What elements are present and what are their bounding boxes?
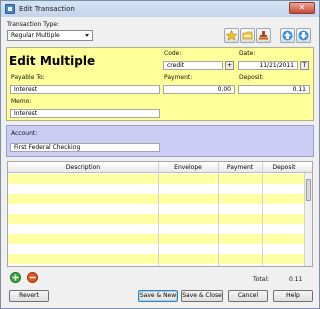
date-field[interactable]: 11/21/2011	[238, 61, 298, 70]
grid-header: Description Envelope Payment Deposit	[8, 162, 312, 173]
deposit-label: Deposit:	[239, 74, 264, 81]
deposit-field[interactable]: 0.11	[238, 85, 310, 94]
title-bar: Edit Transaction ✕	[1, 1, 319, 17]
window-title: Edit Transaction	[19, 5, 75, 13]
scrollbar-thumb[interactable]	[306, 179, 311, 201]
plus-icon	[12, 274, 19, 281]
payable-to-field[interactable]: Interest	[10, 85, 160, 94]
grid-scrollbar[interactable]	[304, 173, 312, 266]
transaction-type-dropdown[interactable]: Regular Multiple	[7, 30, 93, 41]
column-deposit[interactable]: Deposit	[262, 164, 306, 171]
save-and-new-button[interactable]: Save & New	[138, 290, 178, 302]
account-field[interactable]: First Federal Checking	[10, 143, 160, 152]
code-field[interactable]: credit	[163, 61, 223, 70]
column-divider	[218, 162, 219, 266]
total-value: 0.11	[289, 276, 303, 283]
total-label: Total:	[253, 276, 270, 283]
date-label: Date:	[239, 50, 256, 57]
payment-field[interactable]: 0.00	[163, 85, 235, 94]
move-up-button[interactable]	[280, 28, 295, 43]
folder-button[interactable]	[240, 28, 255, 43]
revert-button[interactable]: Revert	[9, 290, 49, 302]
arrow-up-icon	[282, 30, 293, 41]
app-icon	[5, 4, 15, 14]
memo-field[interactable]: Interest	[10, 109, 160, 118]
edit-transaction-window: Edit Transaction ✕ Transaction Type: Reg…	[0, 0, 320, 309]
date-today-button[interactable]: T	[300, 61, 309, 70]
move-down-button[interactable]	[296, 28, 311, 43]
account-label: Account:	[11, 130, 38, 137]
column-divider	[158, 162, 159, 266]
cancel-button[interactable]: Cancel	[228, 290, 268, 302]
chevron-down-icon	[85, 34, 89, 37]
memo-label: Memo:	[11, 98, 32, 105]
form-heading: Edit Multiple	[9, 54, 96, 68]
folder-icon	[242, 31, 253, 40]
column-payment[interactable]: Payment	[218, 164, 262, 171]
stamp-button[interactable]	[256, 28, 271, 43]
stamp-icon	[259, 31, 268, 40]
add-split-button[interactable]	[10, 272, 21, 283]
code-label: Code:	[164, 50, 182, 57]
payment-label: Payment:	[164, 74, 193, 81]
help-button[interactable]: Help	[273, 290, 313, 302]
payable-to-label: Payable To:	[11, 74, 45, 81]
account-panel	[6, 125, 314, 157]
star-icon	[226, 30, 237, 41]
code-add-button[interactable]: +	[225, 61, 234, 70]
transaction-type-value: Regular Multiple	[11, 32, 60, 39]
close-button[interactable]: ✕	[289, 2, 315, 14]
column-description[interactable]: Description	[8, 164, 158, 171]
transaction-type-label: Transaction Type:	[7, 21, 60, 28]
star-button[interactable]	[224, 28, 239, 43]
column-envelope[interactable]: Envelope	[158, 164, 218, 171]
column-divider	[262, 162, 263, 266]
split-grid: Description Envelope Payment Deposit	[7, 161, 313, 267]
minus-icon	[29, 276, 36, 279]
arrow-down-icon	[298, 30, 309, 41]
save-and-close-button[interactable]: Save & Close	[181, 290, 223, 302]
remove-split-button[interactable]	[27, 272, 38, 283]
